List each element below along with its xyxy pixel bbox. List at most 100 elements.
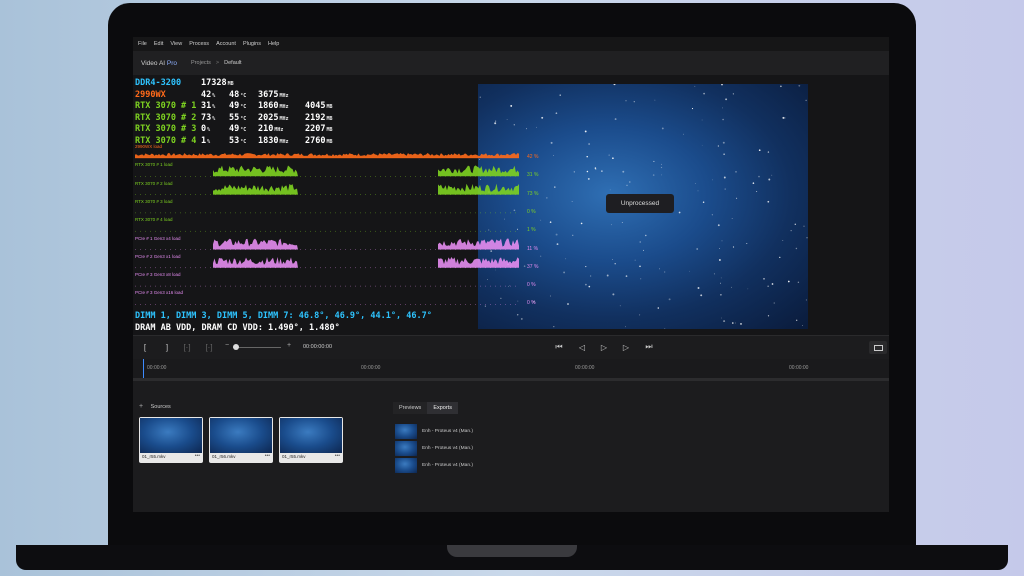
breadcrumb-projects[interactable]: Projects xyxy=(191,60,211,66)
step-forward-icon[interactable]: ▷ xyxy=(620,341,632,353)
zoom-slider-thumb[interactable] xyxy=(233,344,239,350)
mark-out-icon[interactable]: ] xyxy=(161,341,173,353)
graph-label: PCIe # 3 Gen3 x16 load xyxy=(135,290,184,296)
timeline-track[interactable] xyxy=(133,378,889,381)
star xyxy=(795,247,798,250)
star xyxy=(717,145,720,147)
preview-item[interactable]: Enh - Proteus v4 (Man.) xyxy=(395,440,485,456)
star xyxy=(767,200,770,203)
source-card[interactable]: 01_r55.mkv ••• xyxy=(139,417,203,463)
tab-previews[interactable]: Previews xyxy=(393,402,428,414)
star xyxy=(790,230,792,232)
source-thumbnail xyxy=(280,418,342,453)
star xyxy=(588,285,591,288)
timeline-ruler[interactable]: 00:00:00 00:00:00 00:00:00 00:00:00 xyxy=(133,359,889,381)
star xyxy=(700,294,703,297)
app-screen: File Edit View Process Account Plugins H… xyxy=(133,37,889,512)
star xyxy=(703,92,705,95)
star xyxy=(654,99,656,101)
star xyxy=(586,170,589,173)
trim-icon[interactable]: [·] xyxy=(203,341,215,353)
star xyxy=(586,155,588,158)
star xyxy=(722,118,724,121)
star xyxy=(634,259,636,261)
clear-marks-icon[interactable]: [·] xyxy=(181,341,193,353)
star xyxy=(724,188,726,190)
star xyxy=(614,118,617,121)
star xyxy=(735,171,737,173)
zoom-slider-track[interactable] xyxy=(233,347,281,348)
star xyxy=(767,315,770,317)
graph-percent: 42 % xyxy=(527,154,539,160)
star xyxy=(629,181,631,183)
star xyxy=(722,141,725,144)
add-source-icon[interactable]: + xyxy=(139,403,143,410)
star xyxy=(606,274,609,277)
graph-area xyxy=(438,238,519,250)
tick-label: 00:00:00 xyxy=(361,365,381,371)
star xyxy=(589,275,592,277)
star xyxy=(633,101,635,103)
zoom-in-icon[interactable]: + xyxy=(287,342,291,349)
star xyxy=(758,149,761,152)
source-card[interactable]: 01_r55.mkv ••• xyxy=(279,417,343,463)
preview-item[interactable]: Enh - Proteus v4 (Man.) xyxy=(395,457,485,473)
graph-label: 2990WX load xyxy=(135,144,163,149)
tick-label: 00:00:00 xyxy=(575,365,595,371)
app-title-main: Video AI xyxy=(141,59,166,67)
load-graphs xyxy=(135,153,519,305)
menu-edit[interactable]: Edit xyxy=(154,41,163,47)
more-icon[interactable]: ••• xyxy=(265,453,270,459)
step-back-icon[interactable]: ◁ xyxy=(576,341,588,353)
star xyxy=(691,108,694,110)
skip-start-icon[interactable]: ⏮ xyxy=(553,341,565,353)
play-icon[interactable]: ▷ xyxy=(598,341,610,353)
zoom-out-icon[interactable]: − xyxy=(225,342,229,349)
star xyxy=(622,170,625,173)
menu-help[interactable]: Help xyxy=(268,41,279,47)
preview-name: Enh - Proteus v4 (Man.) xyxy=(422,445,473,451)
fullscreen-button[interactable] xyxy=(869,341,887,354)
skip-end-icon[interactable]: ⏭ xyxy=(643,341,655,353)
source-name: 01_r56.mkv xyxy=(212,454,236,459)
star xyxy=(746,243,748,244)
graph-area xyxy=(438,257,519,268)
hardware-monitor-overlay: DDR4-3200 17328MB 2990WX 42% 48°C 3675MHz RTX … xyxy=(133,75,573,335)
menu-process[interactable]: Process xyxy=(189,41,209,47)
preview-thumbnail xyxy=(395,423,417,439)
star xyxy=(614,262,616,265)
graph-percent: 37 % xyxy=(527,263,539,270)
menu-account[interactable]: Account xyxy=(216,41,236,47)
star xyxy=(694,183,696,184)
menu-plugins[interactable]: Plugins xyxy=(243,41,261,47)
star xyxy=(725,98,728,101)
preview-tabs: Previews Exports xyxy=(393,402,458,414)
mark-in-icon[interactable]: [ xyxy=(139,341,151,353)
source-name: 01_r55.mkv xyxy=(282,454,306,459)
star xyxy=(723,153,725,156)
more-icon[interactable]: ••• xyxy=(195,453,200,459)
star xyxy=(734,322,736,324)
more-icon[interactable]: ••• xyxy=(335,453,340,459)
dram-vdd: DRAM AB VDD, DRAM CD VDD: 1.490°, 1.480° xyxy=(135,323,340,333)
menu-file[interactable]: File xyxy=(138,41,147,47)
star xyxy=(625,275,628,277)
tab-exports[interactable]: Exports xyxy=(427,402,458,414)
star xyxy=(756,190,758,193)
star xyxy=(723,320,726,323)
source-card[interactable]: 01_r56.mkv ••• xyxy=(209,417,273,463)
graph-label: PCIe # 1 Gen3 x4 load xyxy=(135,235,181,241)
star xyxy=(585,266,587,268)
star xyxy=(678,211,681,214)
menu-view[interactable]: View xyxy=(170,41,182,47)
star xyxy=(721,317,722,319)
star xyxy=(797,281,800,283)
menu-bar: File Edit View Process Account Plugins H… xyxy=(133,37,889,51)
star xyxy=(806,237,808,239)
preview-name: Enh - Proteus v4 (Man.) xyxy=(422,428,473,434)
star xyxy=(752,182,755,184)
star xyxy=(747,288,749,290)
preview-item[interactable]: Enh - Proteus v4 (Man.) xyxy=(395,423,485,439)
star xyxy=(639,314,641,316)
breadcrumb-current: Default xyxy=(224,60,242,66)
